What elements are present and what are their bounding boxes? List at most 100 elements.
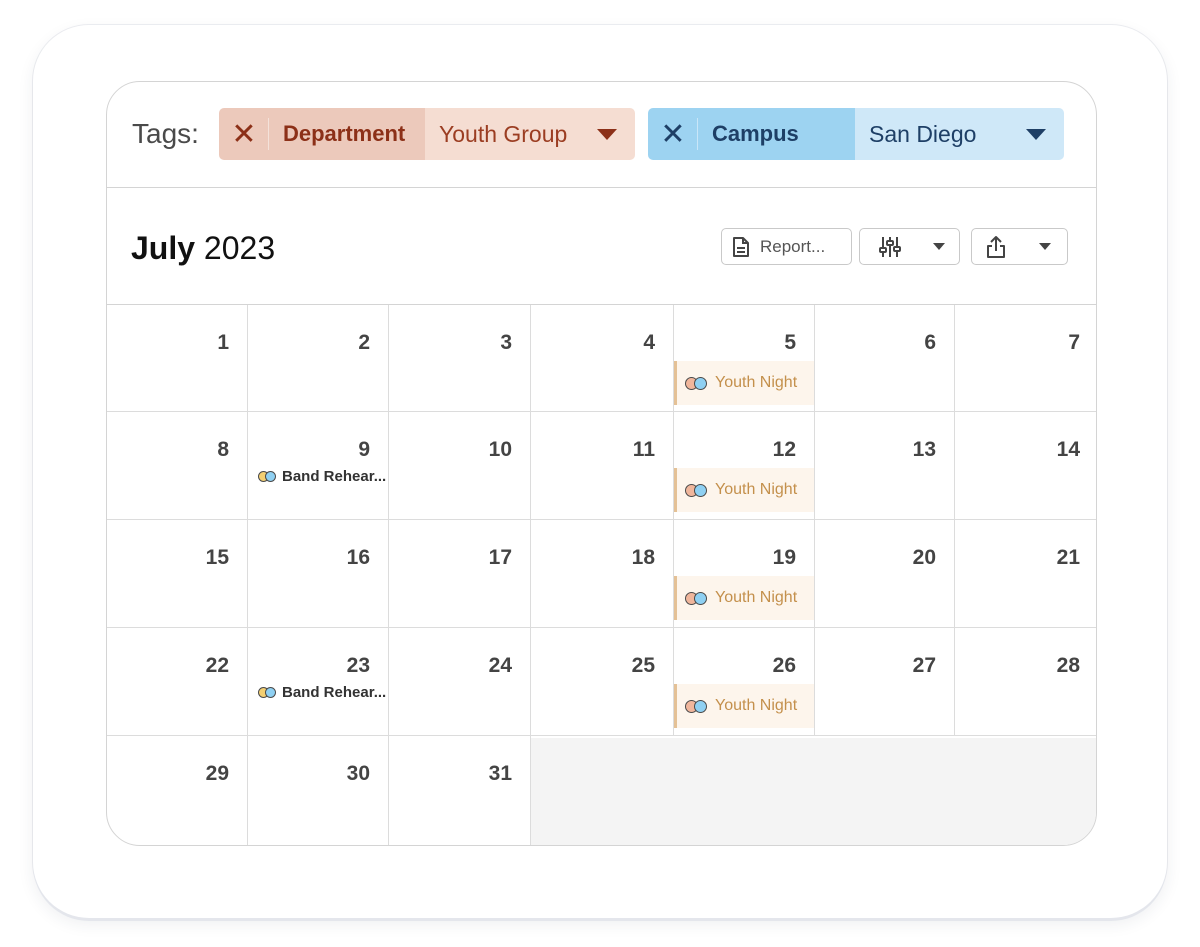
- day-number: 3: [500, 331, 512, 354]
- tag-value-label: San Diego: [869, 120, 977, 147]
- chevron-down-icon: [1039, 243, 1051, 250]
- day-cell[interactable]: 7: [955, 305, 1096, 412]
- day-cell[interactable]: 10: [389, 412, 531, 520]
- tags-label: Tags:: [132, 118, 199, 149]
- day-cell[interactable]: 12 Youth Night: [674, 412, 815, 520]
- day-cell[interactable]: 15: [107, 520, 248, 628]
- day-cell[interactable]: 22: [107, 628, 248, 736]
- tag-dots-icon: [685, 699, 707, 713]
- caret-down-icon: [1026, 128, 1046, 140]
- month-name: July: [131, 230, 196, 266]
- day-number: 30: [346, 762, 370, 785]
- event-youth-night[interactable]: Youth Night: [674, 684, 814, 728]
- day-number: 18: [631, 546, 655, 569]
- event-band-rehearsal[interactable]: Band Rehear...: [258, 684, 386, 701]
- calendar-header: July 2023 Report...: [107, 188, 1096, 305]
- day-cell[interactable]: 24: [389, 628, 531, 736]
- day-number: 9: [358, 438, 370, 461]
- day-cell[interactable]: 1: [107, 305, 248, 412]
- remove-department-tag-button[interactable]: ✕: [219, 108, 269, 160]
- day-cell[interactable]: 6: [815, 305, 955, 412]
- chevron-down-icon: [933, 243, 945, 250]
- event-title: Youth Night: [715, 697, 798, 714]
- event-youth-night[interactable]: Youth Night: [674, 361, 814, 405]
- day-cell[interactable]: 4: [531, 305, 674, 412]
- tag-dot: [694, 376, 707, 390]
- day-number: 26: [772, 654, 796, 677]
- day-cell[interactable]: 17: [389, 520, 531, 628]
- day-cell[interactable]: 21: [955, 520, 1096, 628]
- day-number: 31: [488, 762, 512, 785]
- day-number: 1: [217, 331, 229, 354]
- day-cell[interactable]: 16: [248, 520, 389, 628]
- close-icon: ✕: [660, 117, 686, 151]
- day-cell[interactable]: 26 Youth Night: [674, 628, 815, 736]
- day-number: 22: [205, 654, 229, 677]
- day-cell[interactable]: 11: [531, 412, 674, 520]
- tag-filter-campus: ✕ Campus San Diego: [648, 108, 1064, 160]
- tags-bar: Tags: ✕ Department Youth Group ✕ Campus …: [107, 82, 1096, 188]
- department-value-dropdown[interactable]: Youth Group: [425, 108, 635, 160]
- month-grid: 1 2 3 4 5 Youth Night 6 7 8 9 Band Rehear... 10 11 12…: [107, 305, 1096, 845]
- day-number: 8: [217, 438, 229, 461]
- sliders-icon: [879, 236, 901, 257]
- event-title: Band Rehear...: [282, 684, 387, 701]
- day-number: 28: [1056, 654, 1080, 677]
- day-cell[interactable]: 2: [248, 305, 389, 412]
- event-title: Band Rehear...: [282, 468, 387, 485]
- day-number: 6: [924, 331, 936, 354]
- campus-value-dropdown[interactable]: San Diego: [855, 108, 1064, 160]
- day-number: 16: [346, 546, 370, 569]
- day-number: 25: [631, 654, 655, 677]
- report-button[interactable]: Report...: [721, 228, 852, 265]
- day-number: 15: [205, 546, 229, 569]
- day-cell[interactable]: 13: [815, 412, 955, 520]
- day-cell[interactable]: 19 Youth Night: [674, 520, 815, 628]
- day-number: 29: [205, 762, 229, 785]
- event-band-rehearsal[interactable]: Band Rehear...: [258, 468, 386, 485]
- day-number: 23: [346, 654, 370, 677]
- tag-key-department: Department: [269, 108, 425, 160]
- day-cell[interactable]: 25: [531, 628, 674, 736]
- day-cell[interactable]: 27: [815, 628, 955, 736]
- day-number: 5: [784, 331, 796, 354]
- day-cell[interactable]: 23 Band Rehear...: [248, 628, 389, 736]
- day-number: 19: [772, 546, 796, 569]
- day-cell[interactable]: 18: [531, 520, 674, 628]
- empty-days-area: [531, 738, 1096, 845]
- day-number: 2: [358, 331, 370, 354]
- day-number: 10: [488, 438, 512, 461]
- day-number: 13: [912, 438, 936, 461]
- tag-dot: [265, 687, 276, 698]
- day-cell[interactable]: 5 Youth Night: [674, 305, 815, 412]
- day-cell[interactable]: 9 Band Rehear...: [248, 412, 389, 520]
- tag-dot: [694, 591, 707, 605]
- filter-options-button[interactable]: [859, 228, 960, 265]
- share-icon: [987, 235, 1005, 258]
- event-youth-night[interactable]: Youth Night: [674, 576, 814, 620]
- day-number: 17: [488, 546, 512, 569]
- day-cell[interactable]: 31: [389, 736, 531, 845]
- day-cell[interactable]: 3: [389, 305, 531, 412]
- remove-campus-tag-button[interactable]: ✕: [648, 108, 698, 160]
- day-cell[interactable]: 28: [955, 628, 1096, 736]
- day-number: 24: [488, 654, 512, 677]
- tag-filter-department: ✕ Department Youth Group: [219, 108, 635, 160]
- day-cell[interactable]: 20: [815, 520, 955, 628]
- event-title: Youth Night: [715, 481, 798, 498]
- close-icon: ✕: [231, 117, 257, 151]
- day-cell[interactable]: 30: [248, 736, 389, 845]
- tag-key-campus: Campus: [698, 108, 855, 160]
- day-number: 20: [912, 546, 936, 569]
- share-button[interactable]: [971, 228, 1068, 265]
- day-number: 21: [1056, 546, 1080, 569]
- tag-dots-icon: [685, 376, 707, 390]
- event-youth-night[interactable]: Youth Night: [674, 468, 814, 512]
- tag-dots-icon: [685, 483, 707, 497]
- day-cell[interactable]: 8: [107, 412, 248, 520]
- day-number: 27: [912, 654, 936, 677]
- day-number: 7: [1068, 331, 1080, 354]
- day-cell[interactable]: 14: [955, 412, 1096, 520]
- report-label: Report...: [760, 236, 826, 256]
- day-cell[interactable]: 29: [107, 736, 248, 845]
